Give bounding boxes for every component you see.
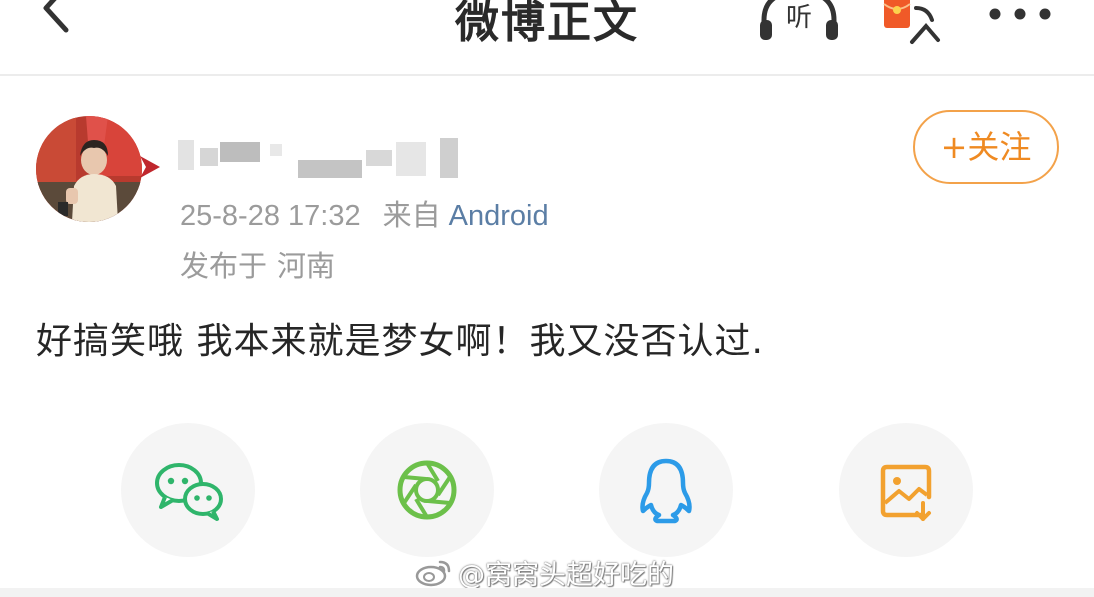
post-timestamp: 25-8-28 17:32 — [180, 200, 361, 232]
save-image-button[interactable] — [839, 423, 973, 557]
share-moments-button[interactable] — [360, 423, 494, 557]
post-body-text: 好搞笑哦 我本来就是梦女啊！我又没否认过. — [36, 321, 764, 362]
more-button[interactable] — [985, 0, 1055, 32]
watermark: @窝窝头超好吃的 — [414, 554, 674, 591]
location-prefix: 发布于 — [180, 249, 268, 283]
author-avatar[interactable] — [36, 116, 142, 222]
bottom-divider — [0, 588, 1094, 597]
share-wechat-button[interactable] — [121, 423, 255, 557]
red-envelope-icon — [883, 0, 940, 44]
mosaic-blur — [178, 138, 458, 178]
weibo-post-screen: 微博正文 听 25-8-28 17:32 来自 Android 发布于 河南 +… — [0, 0, 1094, 597]
location-value: 河南 — [277, 249, 336, 283]
qq-icon — [640, 458, 692, 524]
moments-icon — [397, 460, 457, 520]
save-image-icon — [880, 464, 932, 521]
more-dots-icon — [989, 8, 1051, 20]
watermark-text: @窝窝头超好吃的 — [458, 559, 674, 591]
avatar-photo — [36, 116, 142, 222]
author-name-blurred[interactable] — [178, 136, 468, 180]
listen-label: 听 — [786, 3, 812, 33]
listen-button[interactable]: 听 — [754, 0, 844, 42]
post-location: 发布于 河南 — [180, 243, 335, 285]
weibo-logo-icon — [415, 560, 451, 587]
post-meta: 25-8-28 17:32 来自 Android — [180, 192, 549, 234]
wechat-icon — [155, 463, 223, 521]
live-indicator-icon — [138, 152, 162, 182]
share-qq-button[interactable] — [599, 423, 733, 557]
follow-button[interactable]: +关注 — [913, 110, 1059, 184]
red-envelope-button[interactable] — [876, 0, 948, 46]
headphones-icon: 听 — [760, 0, 838, 40]
post-source[interactable]: Android — [449, 200, 549, 232]
source-prefix: 来自 — [382, 200, 441, 232]
top-navbar: 微博正文 听 — [0, 0, 1094, 76]
